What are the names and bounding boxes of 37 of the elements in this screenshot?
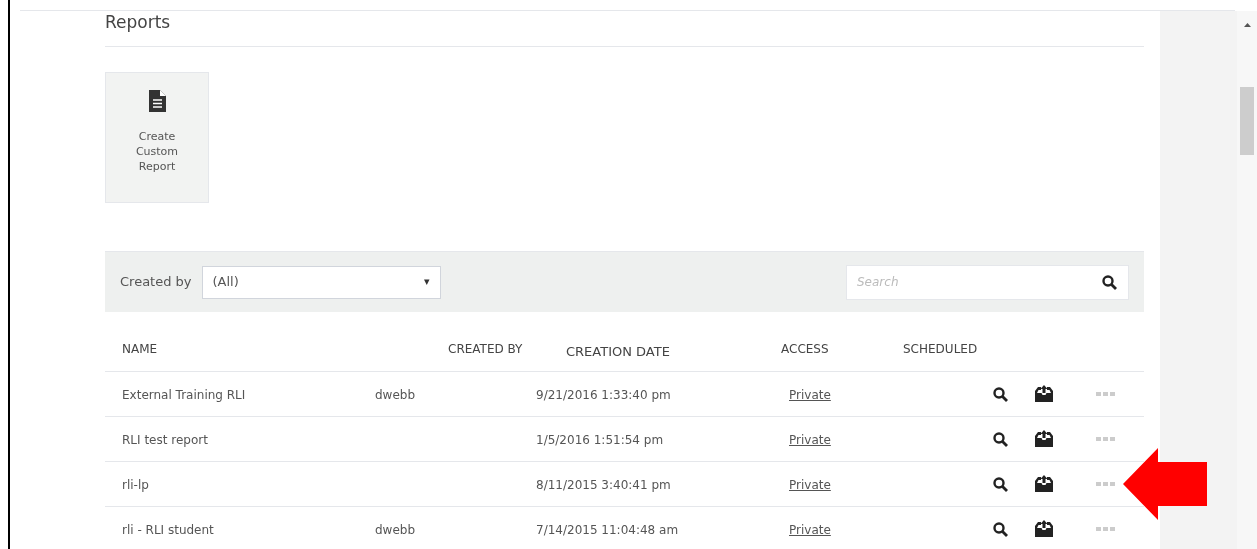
access-link[interactable]: Private [789, 521, 831, 539]
inbox-upload-icon[interactable] [1035, 430, 1053, 447]
search-icon[interactable] [993, 477, 1008, 492]
filter-label: Created by [120, 273, 192, 292]
document-icon [148, 90, 166, 112]
search-icon[interactable] [993, 522, 1008, 537]
scrollbar[interactable] [1237, 11, 1257, 549]
inbox-upload-icon[interactable] [1035, 385, 1053, 402]
table-cell-text: 8/11/2015 3:40:41 pm [536, 477, 671, 494]
table-cell-text: 1/5/2016 1:51:54 pm [536, 432, 664, 449]
table-cell-text: External Training RLI [122, 387, 246, 404]
scroll-thumb[interactable] [1240, 87, 1254, 155]
column-header[interactable]: NAME [122, 340, 158, 358]
search-field[interactable]: Search [846, 264, 1129, 300]
page-title: Reports [105, 0, 1144, 47]
table-cell-text: 7/14/2015 11:04:48 am [536, 522, 679, 539]
create-report-tile[interactable]: Create Custom Report [105, 72, 209, 203]
inbox-upload-icon[interactable] [1035, 520, 1053, 537]
scroll-up-icon[interactable] [1243, 23, 1251, 27]
created-by-dropdown[interactable]: (All) ▾ [201, 265, 441, 299]
table-cell-text: rli - RLI student [122, 522, 214, 539]
column-header[interactable]: CREATION DATE [566, 342, 670, 362]
search-icon[interactable] [1102, 274, 1117, 290]
inbox-upload-icon[interactable] [1035, 475, 1053, 492]
table-cell-text: dwebb [375, 387, 416, 404]
table-cell-text: RLI test report [122, 432, 208, 449]
table-cell-text: 9/21/2016 1:33:40 pm [536, 387, 671, 404]
search-icon[interactable] [993, 387, 1008, 402]
table-cell-text: dwebb [375, 522, 416, 539]
column-header[interactable]: SCHEDULED [903, 340, 978, 358]
table-cell-text: rli-lp [122, 477, 149, 494]
column-header[interactable]: ACCESS [781, 340, 829, 358]
access-link[interactable]: Private [789, 386, 831, 404]
search-icon[interactable] [993, 432, 1008, 447]
column-header[interactable]: CREATED BY [448, 340, 523, 358]
access-link[interactable]: Private [789, 476, 831, 494]
access-link[interactable]: Private [789, 431, 831, 449]
